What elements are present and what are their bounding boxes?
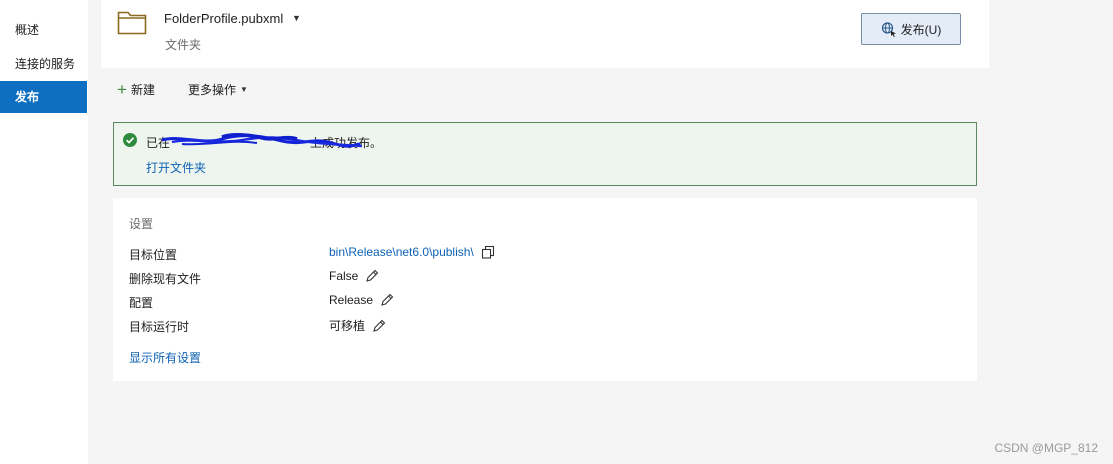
pencil-icon[interactable]: [365, 269, 379, 283]
configuration-label: 配置: [129, 296, 154, 310]
publish-success-banner: 已在 上成功发布。 打开文件夹: [113, 122, 977, 186]
delete-existing-files-value: False: [329, 269, 379, 283]
configuration-value: Release: [329, 293, 394, 307]
profile-name[interactable]: FolderProfile.pubxml: [164, 11, 283, 26]
target-location-label: 目标位置: [129, 248, 178, 262]
target-location-link[interactable]: bin\Release\net6.0\publish\: [329, 245, 474, 259]
delete-existing-files-label: 删除现有文件: [129, 272, 202, 286]
publish-button[interactable]: 发布(U): [861, 13, 961, 45]
open-folder-link[interactable]: 打开文件夹: [146, 159, 206, 176]
sidebar-item-label: 发布: [15, 90, 40, 104]
settings-card: 设置 目标位置 bin\Release\net6.0\publish\ 删除现有…: [113, 198, 977, 381]
delete-existing-files-text: False: [329, 269, 359, 283]
sidebar-item-publish[interactable]: 发布: [0, 81, 87, 113]
show-all-settings-link[interactable]: 显示所有设置: [129, 349, 201, 366]
more-actions-button[interactable]: 更多操作 ▼: [188, 80, 248, 98]
chevron-down-icon: ▼: [240, 84, 248, 94]
copy-icon[interactable]: [481, 245, 495, 259]
sidebar-item-label: 概述: [15, 23, 40, 37]
target-runtime-text: 可移植: [329, 319, 366, 333]
more-actions-label: 更多操作: [188, 82, 237, 97]
configuration-text: Release: [329, 293, 374, 307]
sidebar-item-connected-services[interactable]: 连接的服务: [0, 48, 87, 80]
sidebar: 概述 连接的服务 发布: [0, 0, 88, 464]
new-button[interactable]: + 新建: [117, 80, 155, 98]
watermark: CSDN @MGP_812: [994, 441, 1098, 455]
profile-type: 文件夹: [165, 38, 202, 52]
plus-icon: +: [117, 79, 127, 99]
sidebar-item-overview[interactable]: 概述: [0, 14, 87, 46]
sidebar-item-label: 连接的服务: [15, 57, 76, 71]
new-button-label: 新建: [130, 82, 155, 97]
target-runtime-value: 可移植: [329, 317, 386, 334]
settings-title: 设置: [129, 217, 154, 231]
globe-publish-icon: [881, 22, 896, 37]
chevron-down-icon[interactable]: ▼: [292, 13, 301, 23]
folder-icon: [117, 11, 147, 35]
pencil-icon[interactable]: [372, 319, 386, 333]
redaction-scribble: [162, 133, 362, 148]
pencil-icon[interactable]: [380, 293, 394, 307]
target-runtime-label: 目标运行时: [129, 320, 190, 334]
publish-button-label: 发布(U): [900, 22, 942, 37]
target-location-value: bin\Release\net6.0\publish\: [329, 245, 495, 259]
check-circle-icon: [123, 133, 137, 147]
